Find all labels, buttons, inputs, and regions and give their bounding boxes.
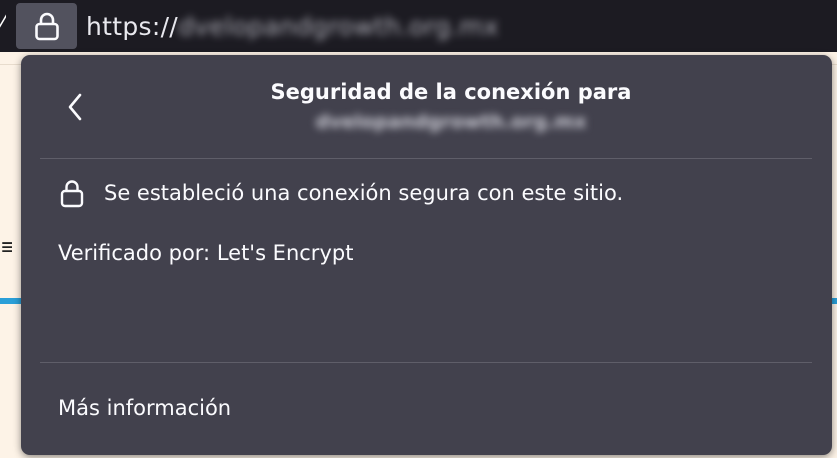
lock-icon bbox=[60, 180, 84, 208]
url-bar: ⁄ https:// dvelopandgrowth.org.mx bbox=[0, 0, 837, 52]
menu-icon: ≡ bbox=[0, 235, 12, 260]
url-field[interactable]: https:// dvelopandgrowth.org.mx bbox=[86, 8, 499, 44]
lock-icon bbox=[35, 12, 59, 41]
site-identity-button[interactable] bbox=[16, 3, 77, 49]
back-button[interactable] bbox=[57, 85, 93, 129]
divider bbox=[40, 362, 812, 363]
panel-title: Seguridad de la conexión para bbox=[270, 80, 632, 104]
more-info-link[interactable]: Más información bbox=[58, 391, 231, 425]
chevron-left-icon bbox=[68, 93, 82, 121]
url-scheme: https:// bbox=[86, 11, 179, 41]
verified-by: Verificado por: Let's Encrypt bbox=[58, 241, 354, 265]
panel-host: dvelopandgrowth.org.mx bbox=[315, 111, 587, 133]
secure-message: Se estableció una conexión segura con es… bbox=[104, 181, 624, 205]
divider bbox=[40, 158, 812, 159]
url-host: dvelopandgrowth.org.mx bbox=[178, 11, 499, 41]
connection-security-panel: Seguridad de la conexión para dvelopandg… bbox=[21, 55, 832, 455]
secure-connection-row: Se estableció una conexión segura con es… bbox=[59, 175, 623, 211]
sidebar-toggle-icon[interactable]: ⁄ bbox=[0, 12, 6, 38]
